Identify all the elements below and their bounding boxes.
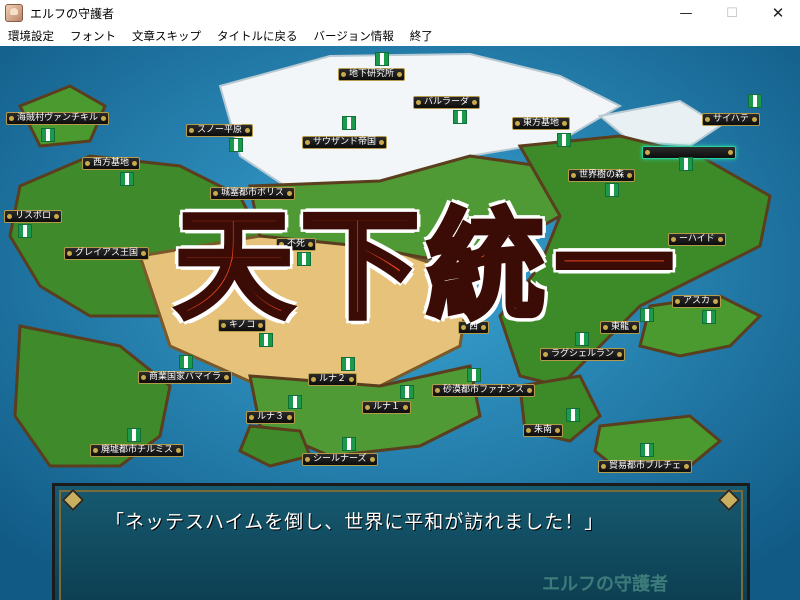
flag-icon	[557, 133, 571, 147]
minimize-button[interactable]: —	[663, 0, 709, 26]
location-kaizoku-village[interactable]: 海賊村ヴァンチキル	[6, 112, 110, 125]
flag-icon	[679, 157, 693, 171]
location-saihate[interactable]: サイハテ	[702, 113, 760, 126]
menu-quit[interactable]: 終了	[402, 28, 441, 44]
location-ruined-city[interactable]: 廃墟都市チルミス	[90, 444, 185, 457]
location-sealnaz[interactable]: シールナーズ	[302, 453, 378, 466]
flag-icon	[229, 138, 243, 152]
location-shunan[interactable]: 朱南	[523, 424, 564, 437]
banner-char-4: 一	[552, 194, 675, 338]
flag-icon	[453, 110, 467, 124]
menu-bar: 環境設定 フォント 文章スキップ タイトルに戻る バージョン情報 終了	[0, 26, 800, 46]
location-sausand-empire[interactable]: サウザンド帝国	[302, 136, 388, 149]
banner-char-2: 下	[298, 194, 421, 338]
window-title: エルフの守護者	[30, 6, 115, 21]
location-barurada[interactable]: バルラーダ	[413, 96, 481, 109]
location-risupolo[interactable]: リスポロ	[4, 210, 63, 223]
menu-environment-settings[interactable]: 環境設定	[0, 28, 62, 44]
game-screen[interactable]: 地下研究所 バルラーダ 海賊村ヴァンチキル スノー平原 サウザンド帝国 東方基地…	[0, 46, 800, 600]
location-merchant-state[interactable]: 商業国家バマイラ	[138, 371, 233, 384]
location-raguesheru[interactable]: ラグシェルラン	[540, 348, 626, 361]
flag-icon	[566, 408, 580, 422]
app-icon	[5, 4, 23, 22]
location-runa2[interactable]: ルナ２	[308, 373, 358, 386]
location-eastern-base[interactable]: 東方基地	[512, 117, 571, 130]
flag-icon	[342, 437, 356, 451]
location-snow-plain[interactable]: スノー平原	[186, 124, 254, 137]
menu-text-skip[interactable]: 文章スキップ	[124, 28, 209, 44]
location-chika-kenkyujo[interactable]: 地下研究所	[338, 68, 406, 81]
location-trade-city[interactable]: 貿易都市ブルチェ	[598, 460, 693, 473]
location-world-tree-forest[interactable]: 世界樹の森	[568, 169, 636, 182]
flag-icon	[120, 172, 134, 186]
flag-icon	[342, 116, 356, 130]
flag-icon	[288, 395, 302, 409]
location-runa1[interactable]: ルナ１	[362, 401, 412, 414]
flag-icon	[127, 428, 141, 442]
message-window[interactable]: 「ネッテスハイムを倒し、世界に平和が訪れました！」 エルフの守護者	[52, 483, 750, 600]
location-western-base[interactable]: 西方基地	[82, 157, 141, 170]
flag-icon	[18, 224, 32, 238]
maximize-button[interactable]: ☐	[709, 0, 755, 26]
location-greias-kingdom[interactable]: グレイアス王国	[64, 247, 150, 260]
banner-char-1: 天	[172, 194, 295, 338]
flag-icon	[179, 355, 193, 369]
flag-icon	[702, 310, 716, 324]
unification-banner: 天 下 統 一	[172, 191, 690, 341]
flag-icon	[400, 385, 414, 399]
flag-icon	[341, 357, 355, 371]
flag-icon	[41, 128, 55, 142]
dialogue-text: 「ネッテスハイムを倒し、世界に平和が訪れました！」	[105, 511, 605, 533]
menu-return-to-title[interactable]: タイトルに戻る	[209, 28, 306, 44]
flag-icon	[375, 52, 389, 66]
title-bar: エルフの守護者 — ☐ ✕	[0, 0, 800, 26]
location-desert-city[interactable]: 砂漠都市ファナシス	[432, 384, 536, 397]
location-runa3[interactable]: ルナ３	[246, 411, 296, 424]
banner-char-3: 統	[424, 194, 547, 338]
flag-icon	[640, 443, 654, 457]
flag-icon	[748, 94, 762, 108]
close-button[interactable]: ✕	[755, 0, 800, 26]
menu-font[interactable]: フォント	[62, 28, 124, 44]
flag-icon	[467, 368, 481, 382]
game-logo-watermark: エルフの守護者	[542, 574, 668, 595]
menu-version-info[interactable]: バージョン情報	[306, 28, 402, 44]
